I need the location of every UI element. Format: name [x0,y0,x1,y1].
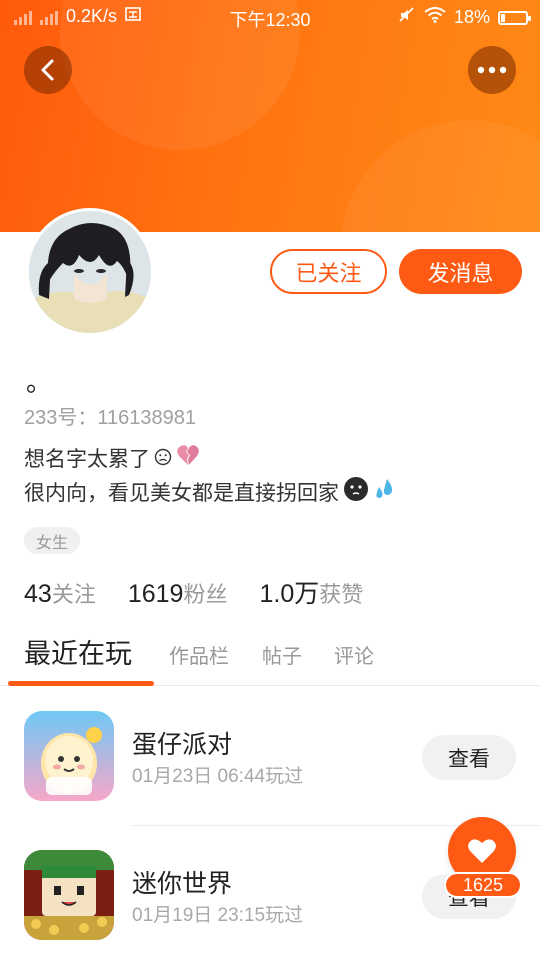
profile-header-background [0,0,540,232]
avatar-image [29,211,151,333]
user-id: 233号：116138981 [24,407,196,429]
mini-world-icon [24,850,114,940]
more-options-button[interactable] [468,46,516,94]
bio: 想名字太累了 很内向，看见美女都是直接拐回家 [24,444,397,512]
sad-face-icon [154,444,172,476]
followed-button[interactable]: 已关注 [270,249,387,294]
battery-icon [498,10,531,25]
more-dots-icon [477,66,507,74]
like-count-badge: 1625 [444,872,522,898]
stat-label: 关注 [51,582,96,607]
active-tab-indicator [8,681,154,686]
stat-fans[interactable]: 1619 粉丝 [128,577,228,609]
eggy-party-icon [24,711,114,801]
dark-face-icon [343,476,369,512]
stat-number: 1619 [127,580,184,608]
bio-line-1: 想名字太累了 [24,448,150,471]
gender-tag: 女生 [24,527,81,554]
profile-tabs: 最近在玩 作品栏 帖子 评论 [0,630,540,686]
heart-icon [468,839,496,863]
last-played-time: 01月23日 06:44玩过 [132,766,304,787]
stat-likes[interactable]: 1.0万 获赞 [259,574,363,610]
status-bar: 0.2K/s 下午12:30 18% [0,0,540,34]
nickname: 。 [26,367,53,397]
chevron-left-icon [41,59,54,81]
battery-percent: 18% [453,7,490,27]
avatar[interactable] [26,208,154,336]
tab-comments[interactable]: 评论 [334,640,374,669]
send-message-button[interactable]: 发消息 [399,249,522,294]
game-title: 蛋仔派对 [132,731,233,759]
stat-number: 1.0万 [259,580,320,608]
sweat-drops-icon [373,477,397,511]
wifi-icon [424,7,446,28]
list-item[interactable]: 蛋仔派对 01月23日 06:44玩过 查看 [0,711,540,821]
profile-stats: 43 关注 1619 粉丝 1.0万 获赞 [24,574,395,612]
stat-following[interactable]: 43 关注 [24,577,96,609]
game-title: 迷你世界 [132,870,233,898]
back-button[interactable] [24,46,72,94]
stat-label: 获赞 [319,582,364,607]
mute-icon [398,6,416,29]
view-button[interactable]: 查看 [422,735,516,780]
tab-works[interactable]: 作品栏 [169,640,229,669]
bio-line-2: 很内向，看见美女都是直接拐回家 [24,482,339,505]
stat-label: 粉丝 [183,582,228,607]
tab-recently-played[interactable]: 最近在玩 [24,632,132,671]
broken-heart-icon [176,444,200,476]
tab-posts[interactable]: 帖子 [262,640,302,669]
stat-number: 43 [24,580,52,608]
last-played-time: 01月19日 23:15玩过 [132,905,304,926]
